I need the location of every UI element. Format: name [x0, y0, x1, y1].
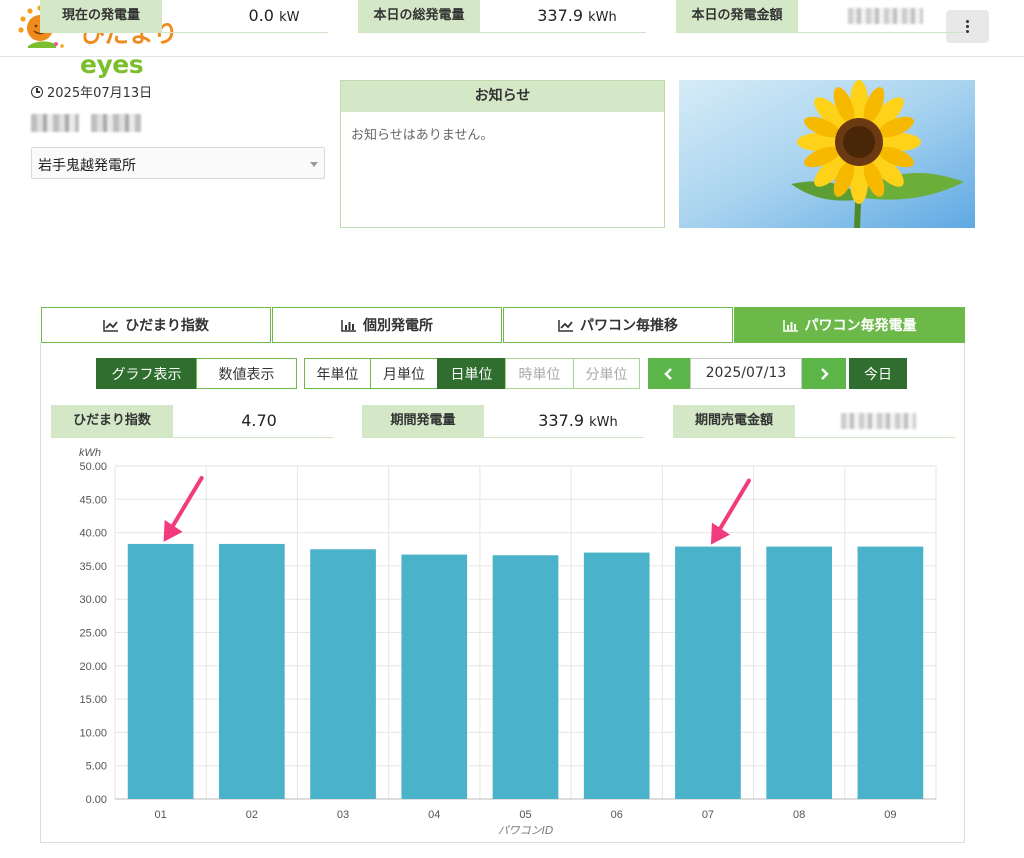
x-tick-label: 05 [519, 809, 531, 821]
x-tick-label: 08 [793, 809, 805, 821]
x-tick-label: 07 [702, 809, 714, 821]
x-tick-label: 03 [337, 809, 349, 821]
period-generation-unit: kWh [589, 415, 618, 430]
date-input[interactable]: 2025/07/13 [690, 358, 802, 389]
today-total-number: 337.9 [537, 6, 584, 25]
redacted-block [31, 114, 79, 132]
current-generation-value: 0.0 kW [220, 0, 328, 32]
clock-icon [31, 85, 43, 98]
bar-chart-icon [782, 319, 798, 332]
chevron-left-icon [664, 367, 672, 380]
index-stat: ひだまり指数 4.70 [51, 405, 333, 438]
current-generation-number: 0.0 [248, 6, 274, 25]
tab-individual-plant[interactable]: 個別発電所 [272, 307, 502, 343]
today-total-stat: 本日の総発電量 337.9 kWh [358, 0, 646, 33]
unit-day-button[interactable]: 日単位 [437, 358, 506, 389]
today-total-label: 本日の総発電量 [358, 0, 480, 32]
sunflower-photo [679, 80, 975, 228]
y-tick-label: 40.00 [79, 528, 107, 540]
line-chart-icon [103, 319, 119, 332]
line-chart-icon [558, 319, 573, 332]
y-tick-label: 0.00 [86, 794, 107, 806]
logo-text-eyes: eyes [80, 50, 144, 79]
today-amount-redacted [848, 8, 923, 24]
tab-label: パワコン毎推移 [580, 318, 678, 334]
graph-view-button[interactable]: グラフ表示 [96, 358, 197, 389]
notice-body: お知らせはありません。 [351, 128, 494, 143]
today-total-unit: kWh [588, 10, 617, 25]
period-sales-label: 期間売電金額 [673, 405, 795, 437]
bar-06 [583, 552, 650, 799]
x-tick-label: 04 [428, 809, 440, 821]
y-tick-label: 15.00 [79, 694, 107, 706]
numeric-view-button[interactable]: 数値表示 [196, 358, 297, 389]
x-tick-label: 06 [611, 809, 623, 821]
unit-hour-button[interactable]: 時単位 [505, 358, 574, 389]
tab-label: ひだまり指数 [125, 318, 209, 334]
tab-label: 個別発電所 [363, 318, 433, 334]
notice-title: お知らせ [341, 81, 664, 112]
y-tick-label: 35.00 [79, 561, 107, 573]
kebab-icon [966, 19, 969, 34]
bar-chart-icon [341, 319, 356, 332]
today-total-value: 337.9 kWh [508, 0, 646, 32]
x-tick-label: 01 [154, 809, 166, 821]
y-tick-label: 50.00 [79, 461, 107, 473]
notice-panel: お知らせ お知らせはありません。 [340, 80, 665, 228]
tab-pcs-trend[interactable]: パワコン毎推移 [503, 307, 733, 343]
today-button[interactable]: 今日 [849, 358, 907, 389]
x-axis-title: パワコンID [498, 824, 554, 837]
bar-05 [492, 555, 559, 799]
current-generation-unit: kW [279, 10, 300, 25]
bar-04 [401, 554, 468, 799]
index-value: 4.70 [241, 411, 277, 430]
bar-02 [218, 543, 285, 799]
y-tick-label: 5.00 [86, 761, 107, 773]
annotation-arrow-shaft [169, 475, 204, 530]
period-sales-stat: 期間売電金額 [673, 405, 955, 438]
current-date: 2025年07月13日 [31, 82, 152, 101]
user-name-redacted [31, 114, 141, 132]
prev-date-button[interactable] [648, 358, 690, 389]
period-generation-label: 期間発電量 [362, 405, 484, 437]
dropdown-caret-icon [310, 162, 318, 167]
y-tick-label: 10.00 [79, 727, 107, 739]
period-sales-redacted [841, 413, 916, 429]
date-text: 2025年07月13日 [47, 86, 153, 101]
current-generation-label: 現在の発電量 [40, 0, 162, 32]
y-tick-label: 20.00 [79, 661, 107, 673]
bar-09 [857, 546, 924, 799]
tab-hidamari-index[interactable]: ひだまり指数 [41, 307, 271, 343]
tab-pcs-generation[interactable]: パワコン毎発電量 [734, 307, 965, 343]
y-tick-label: 30.00 [79, 594, 107, 606]
y-axis-title: kWh [79, 447, 101, 459]
x-tick-label: 02 [246, 809, 258, 821]
today-amount-label: 本日の発電金額 [676, 0, 798, 32]
next-date-button[interactable] [802, 358, 846, 389]
unit-month-button[interactable]: 月単位 [370, 358, 438, 389]
x-tick-label: 09 [884, 809, 896, 821]
redacted-block [91, 114, 141, 132]
plant-select-value: 岩手鬼越発電所 [38, 158, 136, 174]
period-generation-number: 337.9 [538, 411, 585, 430]
bar-01 [127, 543, 194, 799]
period-generation-value: 337.9 kWh [512, 405, 644, 437]
annotation-arrow-shaft [716, 478, 751, 533]
chevron-right-icon [821, 367, 829, 380]
bar-07 [675, 546, 741, 799]
tab-label: パワコン毎発電量 [804, 318, 917, 334]
index-label: ひだまり指数 [51, 405, 173, 437]
period-generation-stat: 期間発電量 337.9 kWh [362, 405, 644, 438]
pcs-generation-bar-chart: 0.00 5.00 10.00 15.00 20.00 25.00 30.00 35.00 40… [79, 447, 937, 837]
today-amount-stat: 本日の発電金額 [676, 0, 964, 33]
bar-08 [766, 546, 833, 799]
plant-select[interactable]: 岩手鬼越発電所 [31, 147, 325, 179]
unit-minute-button[interactable]: 分単位 [573, 358, 640, 389]
bar-03 [310, 549, 376, 799]
current-generation-stat: 現在の発電量 0.0 kW [40, 0, 328, 33]
y-tick-label: 45.00 [79, 494, 107, 506]
y-tick-label: 25.00 [79, 628, 107, 640]
unit-year-button[interactable]: 年単位 [304, 358, 371, 389]
